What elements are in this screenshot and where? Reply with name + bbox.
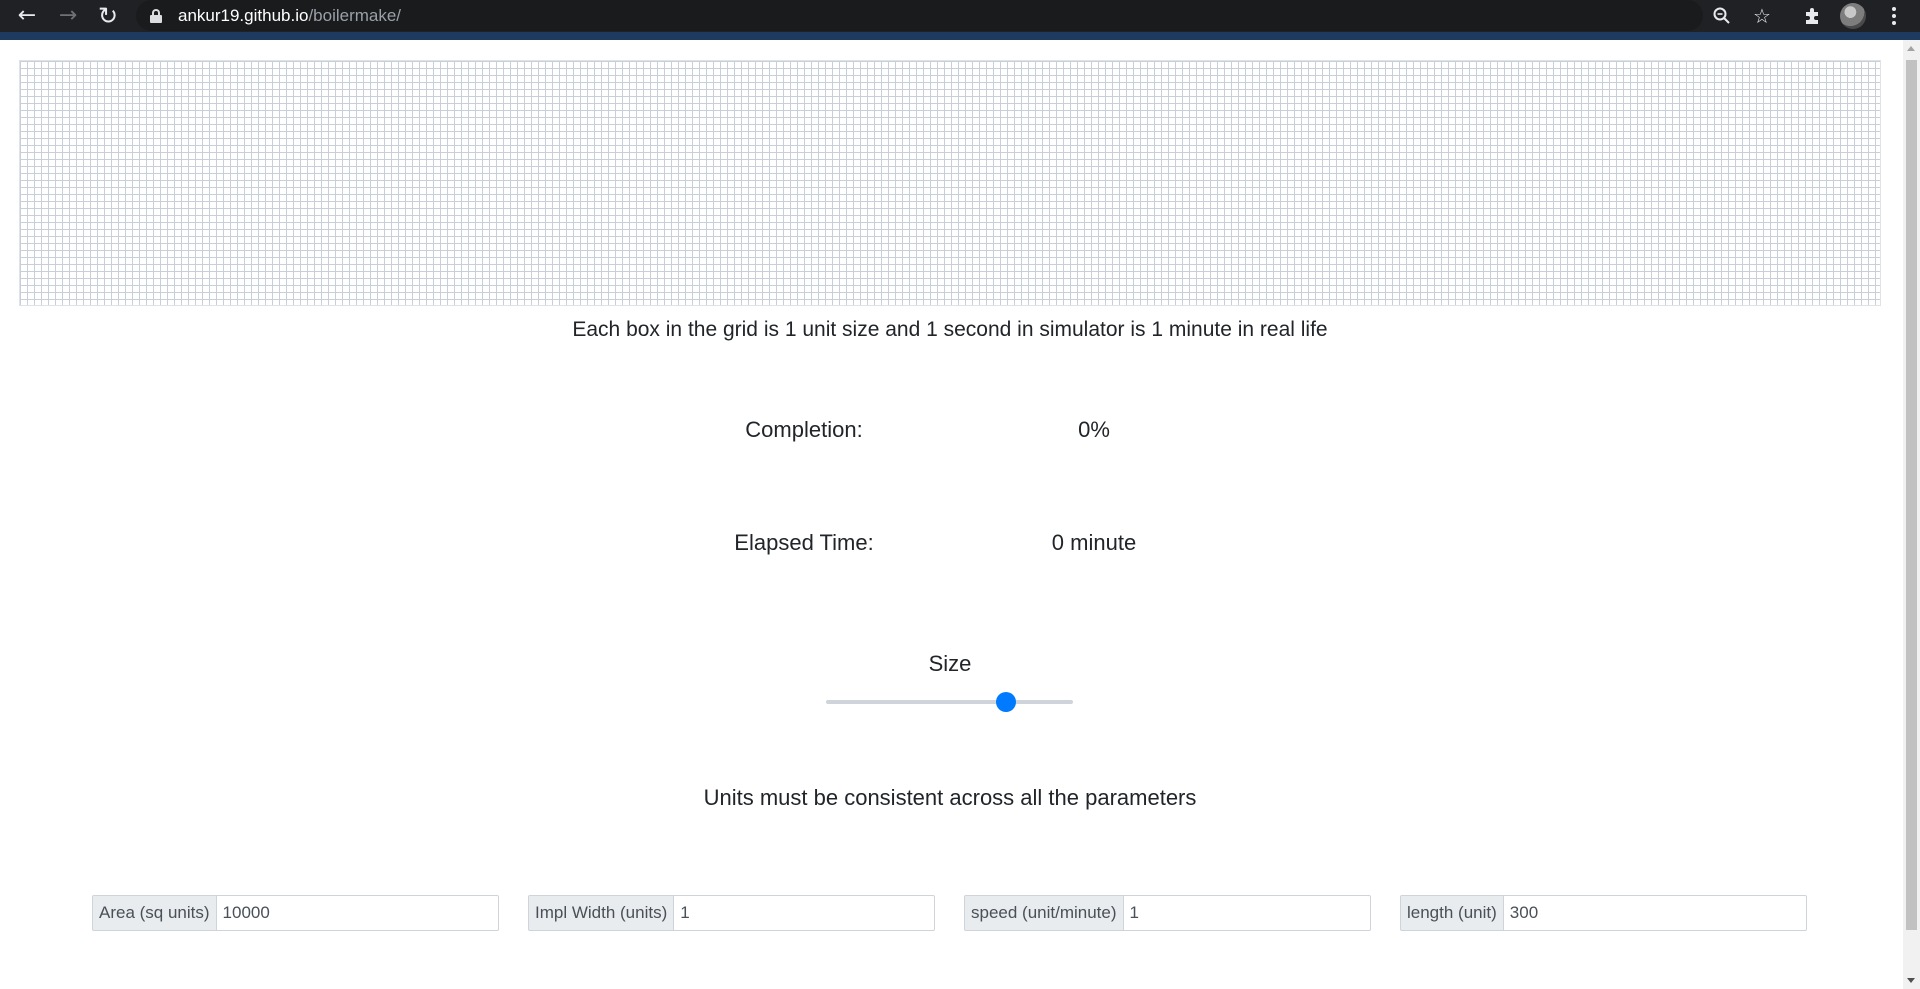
reload-icon[interactable]: ↻	[91, 0, 125, 32]
scroll-up-icon[interactable]	[1907, 46, 1915, 51]
speed-input-group: speed (unit/minute)	[964, 895, 1371, 931]
browser-toolbar: ← → ↻ ankur19.github.io/boilermake/ ☆	[0, 0, 1920, 40]
slider-track[interactable]	[826, 700, 1073, 704]
url-text[interactable]: ankur19.github.io/boilermake/	[178, 6, 401, 26]
length-label: length (unit)	[1400, 895, 1503, 931]
area-label: Area (sq units)	[92, 895, 216, 931]
speed-input[interactable]	[1122, 895, 1371, 931]
size-label: Size	[928, 651, 972, 676]
forward-arrow-icon[interactable]: →	[51, 0, 85, 32]
slider-thumb[interactable]	[996, 692, 1017, 712]
scroll-down-icon[interactable]	[1907, 978, 1915, 983]
avatar[interactable]	[1840, 3, 1866, 29]
scroll-thumb[interactable]	[1906, 60, 1917, 930]
elapsed-time-value: 0 minute	[1051, 530, 1137, 555]
toolbar-divider	[0, 32, 1920, 40]
area-input-group: Area (sq units)	[92, 895, 499, 931]
zoom-icon[interactable]	[1706, 0, 1738, 31]
size-slider[interactable]	[826, 690, 1073, 714]
address-bar[interactable]: ankur19.github.io/boilermake/ ☆	[136, 0, 1771, 31]
area-input[interactable]	[215, 895, 499, 931]
impl-width-input-group: Impl Width (units)	[528, 895, 935, 931]
url-host: ankur19.github.io	[178, 5, 309, 25]
impl-width-label: Impl Width (units)	[528, 895, 674, 931]
elapsed-time-label: Elapsed Time:	[734, 530, 874, 555]
completion-label: Completion:	[745, 417, 863, 442]
star-icon[interactable]: ☆	[1746, 0, 1778, 31]
speed-label: speed (unit/minute)	[964, 895, 1123, 931]
lock-icon[interactable]	[150, 8, 162, 23]
length-input[interactable]	[1502, 895, 1807, 931]
length-input-group: length (unit)	[1400, 895, 1807, 931]
grid-caption: Each box in the grid is 1 unit size and …	[572, 318, 1328, 341]
extensions-icon[interactable]	[1796, 0, 1828, 31]
menu-icon[interactable]	[1882, 0, 1906, 32]
back-arrow-icon[interactable]: ←	[10, 0, 44, 32]
units-note: Units must be consistent across all the …	[703, 785, 1197, 810]
impl-width-input[interactable]	[673, 895, 935, 931]
vertical-scrollbar[interactable]	[1903, 40, 1920, 989]
url-path: /boilermake/	[308, 5, 402, 25]
simulation-grid[interactable]	[19, 60, 1881, 306]
completion-value: 0%	[1078, 417, 1110, 442]
